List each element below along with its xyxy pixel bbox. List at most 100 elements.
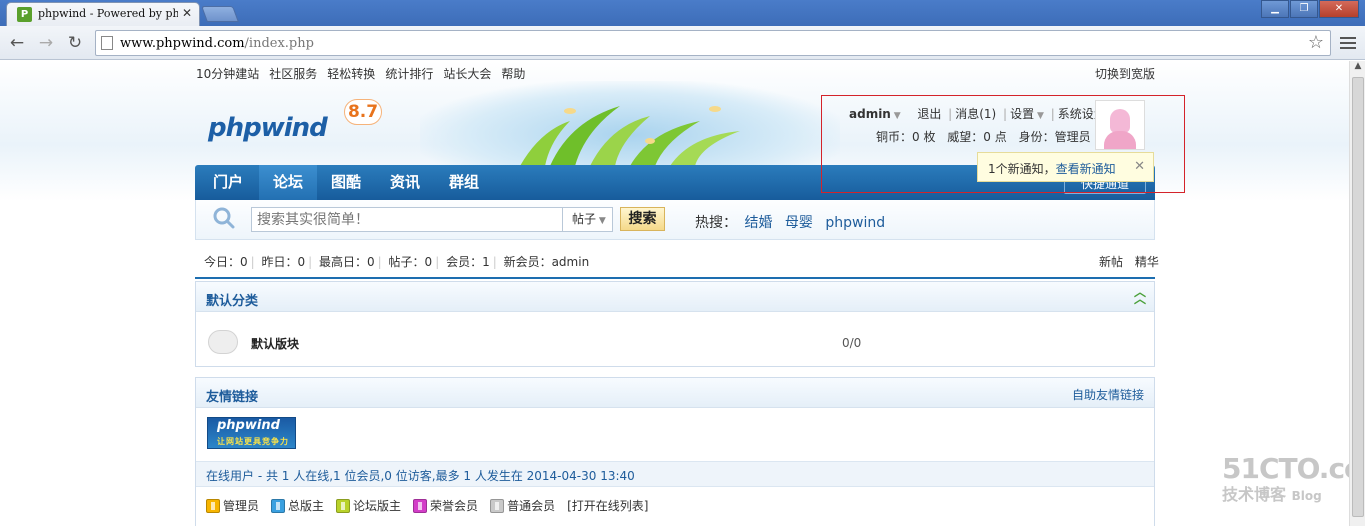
forum-bubble-icon	[208, 330, 238, 354]
new-posts-link[interactable]: 新帖	[1099, 255, 1123, 269]
chevron-down-icon[interactable]: ▼	[891, 111, 901, 121]
legend-mod: 论坛版主	[336, 497, 401, 514]
search-button[interactable]: 搜索	[620, 207, 665, 231]
url-text: www.phpwind.com/index.php	[120, 36, 314, 51]
category-title[interactable]: 默认分类	[206, 290, 258, 309]
notification-popup: 1个新通知，查看新通知 ✕	[977, 152, 1154, 182]
stats-links: 新帖 精华	[1091, 253, 1159, 270]
grass-illustration	[520, 106, 740, 166]
view-notices-link[interactable]: 查看新通知	[1056, 162, 1116, 176]
bookmark-star-icon[interactable]: ☆	[1308, 32, 1324, 53]
links-panel: 友情链接 自助友情链接 phpwind 让网站更具竞争力 在线用户 - 共 1 人…	[195, 377, 1155, 526]
search-type-select[interactable]: 帖子 ▼	[562, 207, 613, 232]
avatar[interactable]	[1095, 100, 1145, 150]
username-link[interactable]: admin	[849, 107, 891, 121]
messages-link[interactable]: 消息(1)	[955, 107, 996, 121]
online-summary: 在线用户 - 共 1 人在线,1 位会员,0 位访客,最多 1 人发生在 201…	[206, 469, 635, 483]
page: 10分钟建站 社区服务 轻松转换 统计排行 站长大会 帮助 切换到宽版 phpw…	[0, 61, 1349, 526]
stat-new-member[interactable]: 新会员：admin	[504, 255, 590, 269]
search-bar: 帖子 ▼ 搜索 热搜： 结婚 母婴 phpwind	[195, 200, 1155, 240]
topnav-link-conference[interactable]: 站长大会	[443, 65, 491, 82]
collapse-icon[interactable]: ︿ ︿	[1134, 286, 1146, 305]
reload-icon[interactable]: ↻	[64, 32, 86, 54]
topnav-link-build[interactable]: 10分钟建站	[196, 65, 259, 82]
phpwind-favicon-icon: P	[17, 7, 32, 22]
topnav-link-rank[interactable]: 统计排行	[385, 65, 433, 82]
divider	[195, 277, 1155, 279]
address-bar[interactable]: www.phpwind.com/index.php ☆	[95, 30, 1331, 56]
minimize-icon[interactable]: ▁	[1261, 0, 1289, 18]
stat-peak: 最高日：0	[319, 255, 375, 269]
user-actions: admin ▼ 退出 | 消息(1) | 设置 ▼ | 系统设置	[849, 107, 1106, 121]
hot-term-wedding[interactable]: 结婚	[744, 215, 772, 231]
legend-admin: 管理员	[206, 497, 259, 514]
version-badge: 8.7	[344, 99, 382, 125]
forum-name-link[interactable]: 默认版块	[251, 335, 299, 352]
topnav-link-service[interactable]: 社区服务	[269, 65, 317, 82]
tab-close-icon[interactable]: ✕	[182, 6, 192, 20]
legend-honor: 荣誉会员	[413, 497, 478, 514]
browser-menu-icon[interactable]	[1340, 34, 1356, 52]
back-arrow-icon[interactable]: ←	[6, 32, 28, 54]
tab-title: phpwind - Powered by ph	[38, 7, 178, 20]
close-window-icon[interactable]: ✕	[1319, 0, 1359, 18]
hot-search: 热搜： 结婚 母婴 phpwind	[695, 212, 885, 232]
top-links: 10分钟建站 社区服务 轻松转换 统计排行 站长大会 帮助	[196, 65, 535, 82]
search-icon	[213, 207, 235, 229]
coins-value: 铜币：0 枚	[876, 130, 936, 144]
honor-member-icon	[413, 498, 428, 513]
close-notice-icon[interactable]: ✕	[1134, 159, 1145, 174]
page-icon	[101, 36, 113, 50]
hot-search-label: 热搜：	[695, 215, 737, 231]
new-tab-button[interactable]	[201, 6, 239, 22]
forum-stats: 今日：0 | 昨日：0 | 最高日：0 | 帖子：0 | 会员：1 | 新会员：admin	[204, 255, 590, 269]
legend-super-mod: 总版主	[271, 497, 324, 514]
nav-item-forum[interactable]: 论坛	[259, 165, 317, 200]
topnav-link-convert[interactable]: 轻松转换	[327, 65, 375, 82]
browser-tab[interactable]: P phpwind - Powered by ph ✕	[6, 2, 200, 26]
window-controls: ▁ ❐ ✕	[1260, 0, 1359, 18]
logout-link[interactable]: 退出	[917, 107, 941, 121]
self-link[interactable]: 自助友情链接	[1072, 386, 1144, 403]
phpwind-link-badge[interactable]: phpwind 让网站更具竞争力	[207, 417, 296, 449]
scroll-thumb[interactable]	[1352, 77, 1364, 517]
moderator-icon	[336, 498, 351, 513]
category-panel: 默认分类 ︿ ︿ 默认版块 0/0	[195, 281, 1155, 367]
page-scrollbar[interactable]: ▲	[1349, 61, 1365, 526]
digest-link[interactable]: 精华	[1135, 255, 1159, 269]
super-moderator-icon	[271, 498, 286, 513]
stat-today: 今日：0	[204, 255, 248, 269]
topnav-link-help[interactable]: 帮助	[501, 65, 525, 82]
scroll-up-icon[interactable]: ▲	[1350, 61, 1365, 75]
user-stats: 铜币：0 枚 威望：0 点 身份：管理员	[876, 128, 1091, 145]
settings-link[interactable]: 设置	[1010, 107, 1034, 121]
restore-icon[interactable]: ❐	[1290, 0, 1318, 18]
forum-count: 0/0	[842, 336, 862, 350]
watermark: 51CTO.com 技术博客 Blog	[1222, 452, 1349, 504]
prestige-value: 威望：0 点	[947, 130, 1007, 144]
nav-item-portal[interactable]: 门户	[195, 165, 261, 200]
chevron-down-icon[interactable]: ▼	[1034, 111, 1044, 121]
links-header: 友情链接 自助友情链接	[196, 378, 1154, 408]
nav-item-news[interactable]: 资讯	[375, 165, 435, 200]
phpwind-logo[interactable]: phpwind	[208, 113, 328, 143]
stat-members: 会员：1	[446, 255, 490, 269]
normal-member-icon	[490, 498, 505, 513]
legend-normal: 普通会员	[490, 497, 555, 514]
member-legend: 管理员 总版主 论坛版主 荣誉会员 普通会员 [打开在线列表]	[206, 497, 648, 514]
identity-value: 身份：管理员	[1018, 130, 1091, 144]
notice-text: 1个新通知，	[988, 162, 1056, 176]
hot-term-phpwind[interactable]: phpwind	[825, 215, 885, 231]
stat-yesterday: 昨日：0	[261, 255, 306, 269]
forward-arrow-icon[interactable]: →	[35, 32, 57, 54]
nav-item-groups[interactable]: 群组	[435, 165, 493, 200]
search-input[interactable]	[251, 207, 563, 232]
admin-icon	[206, 498, 220, 513]
browser-toolbar: ← → ↻ www.phpwind.com/index.php ☆	[0, 26, 1365, 60]
hot-term-baby[interactable]: 母婴	[785, 215, 813, 231]
wide-layout-link[interactable]: 切换到宽版	[1095, 65, 1155, 82]
stat-posts: 帖子：0	[388, 255, 433, 269]
nav-item-pictures[interactable]: 图酷	[317, 165, 375, 200]
open-online-list-link[interactable]: [打开在线列表]	[567, 497, 648, 514]
links-title: 友情链接	[206, 390, 259, 405]
